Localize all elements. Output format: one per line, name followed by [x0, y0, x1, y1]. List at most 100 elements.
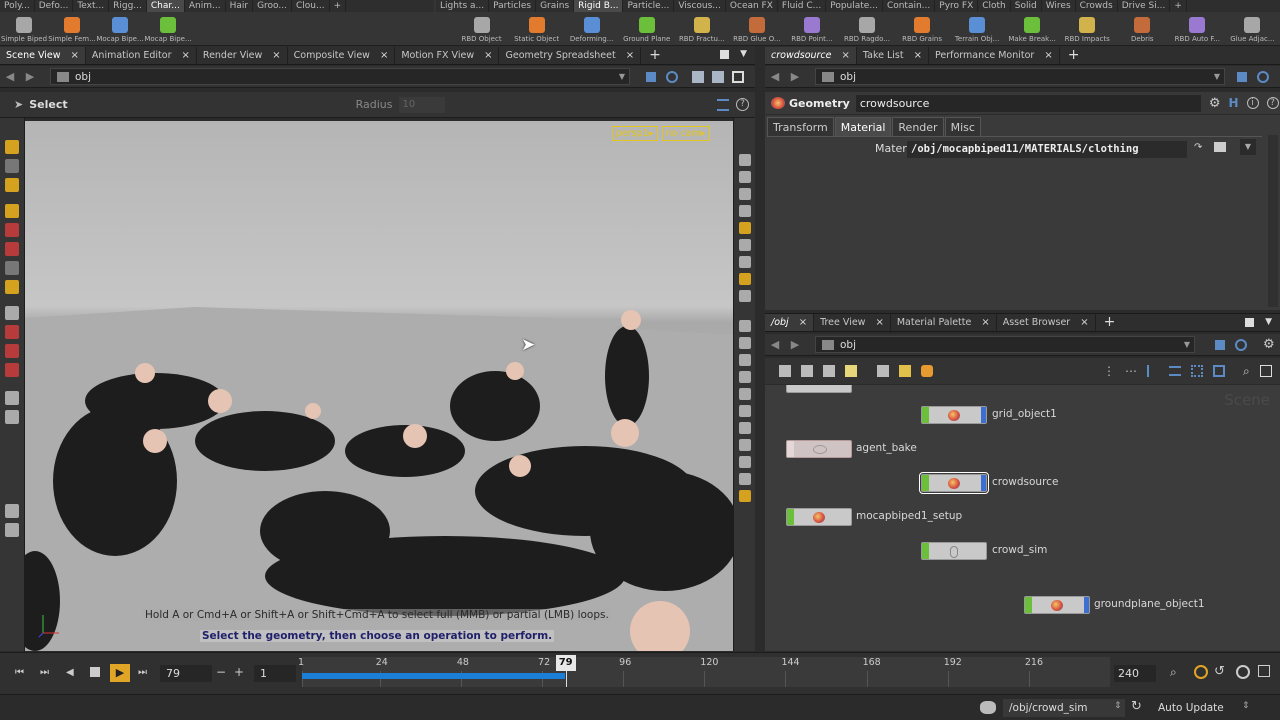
- close-tab-icon[interactable]: ×: [842, 47, 850, 64]
- pane-menu-icon[interactable]: ▼: [1265, 317, 1272, 327]
- snap-tool-icon[interactable]: [5, 363, 19, 377]
- render-flag[interactable]: [981, 475, 986, 491]
- snap-icon[interactable]: [738, 273, 751, 285]
- face-icon[interactable]: [738, 354, 751, 366]
- render-flag[interactable]: [981, 407, 986, 423]
- close-tab-icon[interactable]: ×: [380, 47, 388, 64]
- network-editor[interactable]: Scene grid_object1 agent_bake crowdsourc…: [765, 385, 1280, 651]
- pin-icon[interactable]: [1215, 339, 1225, 350]
- shelf-tab-viscous[interactable]: Viscous...: [674, 0, 726, 12]
- select-tool-icon[interactable]: [5, 140, 19, 154]
- current-node-path[interactable]: /obj/crowd_sim: [1003, 699, 1125, 717]
- display-flag[interactable]: [787, 509, 794, 525]
- edge-icon[interactable]: [738, 337, 751, 349]
- link-icon[interactable]: [1257, 70, 1269, 83]
- tab-material-palette[interactable]: Material Palette ×: [891, 314, 997, 331]
- message-icon[interactable]: [980, 701, 996, 714]
- node-tile-agent-bake[interactable]: [786, 440, 852, 458]
- back-arrow-icon[interactable]: ◀: [765, 338, 785, 351]
- lines-icon[interactable]: [1169, 366, 1181, 376]
- origin-icon[interactable]: [738, 439, 751, 451]
- node-name-field[interactable]: crowdsource: [855, 94, 1201, 112]
- shelf-tool-rbd-auto-f[interactable]: RBD Auto F...: [1170, 12, 1225, 46]
- shelf-tab-rigid-b[interactable]: Rigid B...: [574, 0, 624, 12]
- rotate-tool-icon[interactable]: [5, 178, 19, 192]
- camera-menu[interactable]: persp1▸: [612, 126, 658, 141]
- chevron-down-icon[interactable]: ▼: [619, 72, 625, 81]
- add-tab-button[interactable]: +: [641, 47, 669, 64]
- tab-geometry-spreadsheet[interactable]: Geometry Spreadsheet ×: [499, 47, 642, 64]
- shelf-tab-particle[interactable]: Particle...: [623, 0, 675, 12]
- paint-tool-icon[interactable]: [5, 280, 19, 294]
- current-frame-marker[interactable]: 79: [555, 655, 576, 671]
- display-flag[interactable]: [1025, 597, 1032, 613]
- eraser-tool-icon[interactable]: [5, 504, 19, 518]
- maximize-icon[interactable]: [1245, 318, 1254, 327]
- add-tab-button[interactable]: +: [1096, 314, 1124, 331]
- pose-tool-icon[interactable]: [5, 204, 19, 218]
- toolbar-options-icon[interactable]: [717, 99, 729, 111]
- step-back-icon[interactable]: ⏭: [40, 667, 49, 678]
- camera-display-icon[interactable]: [738, 239, 751, 251]
- shelf-tool-mocap-bipe[interactable]: Mocap Bipe...: [144, 12, 192, 46]
- shelf-tool-simple-biped[interactable]: Simple Biped: [0, 12, 48, 46]
- link-icon[interactable]: [1235, 338, 1247, 351]
- increment-frame-icon[interactable]: +: [234, 665, 244, 679]
- shelf-tab-lights-a[interactable]: Lights a...: [436, 0, 490, 12]
- uv-icon[interactable]: [738, 405, 751, 417]
- shelf-tab-hair[interactable]: Hair: [226, 0, 254, 12]
- display-flag[interactable]: [922, 543, 929, 559]
- brush-tool-icon[interactable]: [5, 261, 19, 275]
- shelf-tab-populate[interactable]: Populate...: [826, 0, 883, 12]
- current-frame-field[interactable]: 79: [160, 665, 212, 682]
- display-flag[interactable]: [922, 475, 929, 491]
- stop-icon[interactable]: [90, 667, 100, 677]
- path-stepper-icon[interactable]: ⇕: [1114, 701, 1122, 711]
- node-tile[interactable]: [786, 385, 852, 393]
- handle-tool-icon[interactable]: [5, 223, 19, 237]
- close-tab-icon[interactable]: ×: [1044, 47, 1052, 64]
- vertex-icon[interactable]: [738, 371, 751, 383]
- frame-icon[interactable]: [1259, 365, 1272, 377]
- scene-path-field[interactable]: obj ▼: [50, 68, 630, 85]
- tab-scene-view[interactable]: Scene View ×: [0, 47, 86, 64]
- param-tab-transform[interactable]: Transform: [767, 117, 834, 136]
- play-button[interactable]: ▶: [110, 664, 130, 682]
- frame-ruler[interactable]: 1 24 48 72 96 120 144 168 192 216 79: [298, 655, 1110, 687]
- magnet-tool-icon[interactable]: [5, 325, 19, 339]
- network-path-field[interactable]: obj ▼: [815, 336, 1195, 353]
- node-tile-groundplane-object1[interactable]: [1024, 596, 1090, 614]
- node-chooser-icon[interactable]: [1214, 142, 1226, 152]
- info-icon[interactable]: i: [1246, 97, 1259, 109]
- chevron-down-icon[interactable]: ▼: [1184, 340, 1190, 349]
- shelf-tab-grains[interactable]: Grains: [536, 0, 575, 12]
- point-icon[interactable]: [738, 320, 751, 332]
- material-menu-button[interactable]: ▼: [1240, 139, 1256, 155]
- shelf-tool-ground-plane[interactable]: Ground Plane: [619, 12, 674, 46]
- params-scrollbar[interactable]: [1268, 135, 1278, 307]
- shelf-tab-poly[interactable]: Poly...: [0, 0, 35, 12]
- shelf-tool-glue-adjac[interactable]: Glue Adjac...: [1225, 12, 1280, 46]
- light-icon[interactable]: [738, 222, 751, 234]
- close-tab-icon[interactable]: ×: [799, 314, 807, 331]
- shelf-tool-rbd-object[interactable]: RBD Object: [454, 12, 509, 46]
- search-icon[interactable]: ⌕: [1243, 364, 1250, 379]
- shelf-tab-clou[interactable]: Clou...: [292, 0, 330, 12]
- params-path-field[interactable]: obj ▼: [815, 68, 1225, 85]
- node-label-crowd-sim[interactable]: crowd_sim: [992, 544, 1047, 556]
- scene-viewport[interactable]: persp1▸ no cam▸ ➤ Hold A or Cmd+A or Shi…: [25, 121, 733, 651]
- view-tool-icon[interactable]: [5, 391, 19, 405]
- node-tile-crowdsource[interactable]: [919, 472, 989, 494]
- info-tool-icon[interactable]: [5, 523, 19, 537]
- shelf-tool-rbd-impacts[interactable]: RBD Impacts: [1060, 12, 1115, 46]
- shelf-tool-deforming[interactable]: Deforming...: [564, 12, 619, 46]
- decrement-frame-icon[interactable]: −: [216, 665, 226, 679]
- shelf-tool-rbd-point[interactable]: RBD Point...: [784, 12, 839, 46]
- tab-asset-browser[interactable]: Asset Browser ×: [997, 314, 1096, 331]
- shelf-tab-contain[interactable]: Contain...: [883, 0, 936, 12]
- shelf-tool-mocap-bipe[interactable]: Mocap Bipe...: [96, 12, 144, 46]
- tab-composite-view[interactable]: Composite View ×: [288, 47, 396, 64]
- tab-take-list[interactable]: Take List ×: [857, 47, 929, 64]
- tab-motion-fx-view[interactable]: Motion FX View ×: [395, 47, 500, 64]
- forward-arrow-icon[interactable]: ▶: [785, 70, 805, 83]
